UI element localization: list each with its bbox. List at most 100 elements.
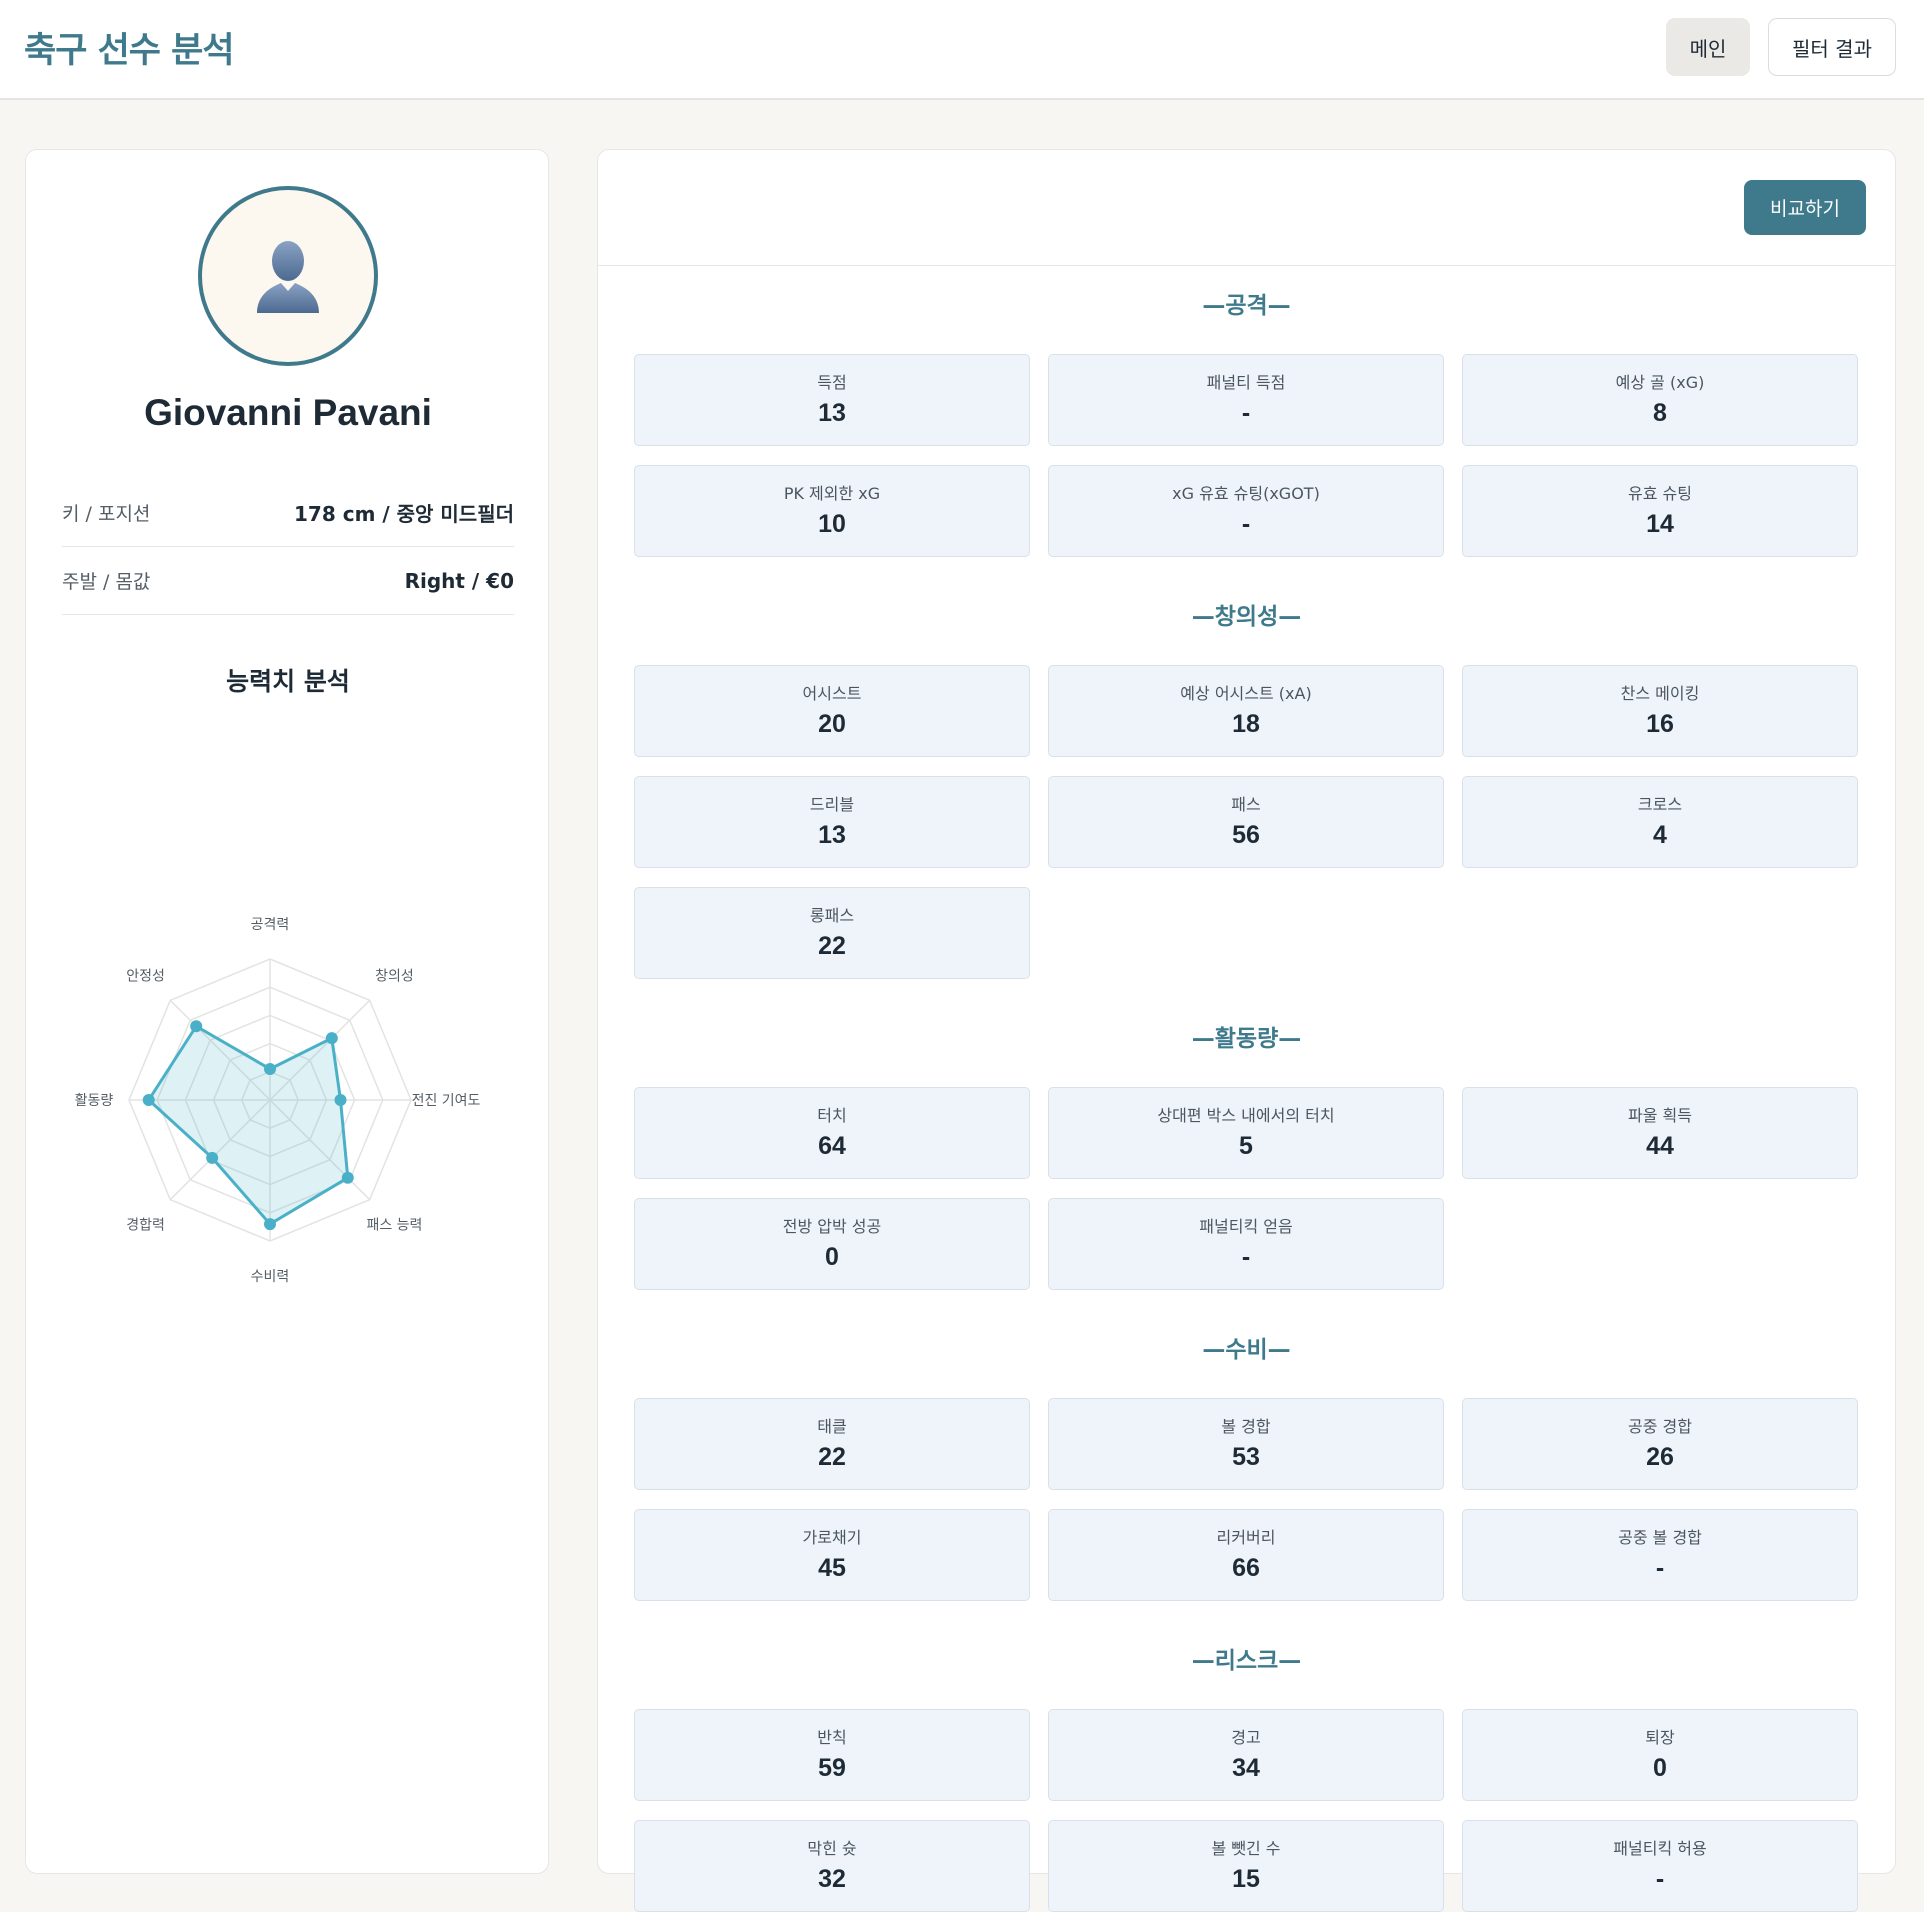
- stat-card: 패널티 득점 -: [1048, 354, 1444, 446]
- top-header: 축구 선수 분석 메인 필터 결과: [0, 0, 1924, 100]
- radar-point: [264, 1218, 276, 1231]
- stat-value: 0: [1653, 1754, 1667, 1782]
- stat-label: 반칙: [817, 1728, 847, 1747]
- stat-card: 어시스트 20: [634, 665, 1030, 757]
- stat-label: 패널티 득점: [1206, 373, 1286, 392]
- stat-value: -: [1241, 399, 1251, 427]
- stat-label: 볼 뺏긴 수: [1211, 1839, 1281, 1858]
- stat-value: -: [1655, 1554, 1665, 1582]
- stat-value: 18: [1232, 710, 1260, 738]
- stat-value: 15: [1232, 1865, 1260, 1893]
- radar-axis-label: 전진 기여도: [412, 1093, 481, 1109]
- stat-value: 8: [1653, 399, 1667, 427]
- stat-label: 상대편 박스 내에서의 터치: [1157, 1106, 1335, 1125]
- stat-label: 가로채기: [802, 1528, 862, 1547]
- stat-card: PK 제외한 xG 10: [634, 465, 1030, 557]
- radar-point: [334, 1094, 347, 1106]
- stat-value: -: [1241, 510, 1251, 538]
- stat-value: 32: [818, 1865, 846, 1893]
- stat-card: 공중 경합 26: [1462, 1398, 1858, 1490]
- ability-radar-chart: 공격력창의성전진 기여도패스 능력수비력 경합력 활동량 안정성: [75, 917, 481, 1285]
- stat-label: 경고: [1231, 1728, 1261, 1747]
- stat-label: 롱패스: [809, 906, 855, 925]
- nav-filter-results-button[interactable]: 필터 결과: [1768, 18, 1896, 76]
- info-value: Right / €0: [404, 568, 514, 593]
- stat-label: 퇴장: [1645, 1728, 1675, 1747]
- stat-value: 13: [818, 821, 846, 849]
- stat-label: 예상 골 (xG): [1615, 373, 1705, 392]
- stat-value: 44: [1646, 1132, 1674, 1160]
- info-value: 178 cm / 중앙 미드필더: [294, 502, 514, 526]
- stat-label: 리커버리: [1216, 1528, 1276, 1547]
- stat-card: 반칙 59: [634, 1709, 1030, 1801]
- stat-label: 전방 압박 성공: [782, 1217, 882, 1236]
- stat-value: 66: [1232, 1554, 1260, 1582]
- stats-card-header: 비교하기: [598, 150, 1895, 266]
- category-title: —창의성—: [1191, 604, 1302, 630]
- stat-card: 막힌 슛 32: [634, 1820, 1030, 1912]
- stat-card: 패널티킥 허용 -: [1462, 1820, 1858, 1912]
- stat-value: 0: [825, 1243, 839, 1271]
- info-row-foot-value: 주발 / 몸값 Right / €0: [62, 547, 514, 615]
- radar-point: [264, 1062, 276, 1075]
- stat-value: 64: [818, 1132, 846, 1160]
- stat-label: 유효 슈팅: [1628, 484, 1692, 503]
- radar-point: [206, 1151, 219, 1164]
- app-title: 축구 선수 분석: [24, 31, 235, 71]
- stat-card: 롱패스 22: [634, 887, 1030, 979]
- radar-data-area: [146, 1024, 350, 1227]
- radar-axis-label: 활동량: [75, 1093, 114, 1109]
- ability-analysis-title: 능력치 분석: [226, 667, 350, 696]
- stat-value: 14: [1646, 510, 1674, 538]
- stat-card: 퇴장 0: [1462, 1709, 1858, 1801]
- stat-card: 경고 34: [1048, 1709, 1444, 1801]
- stat-value: 22: [818, 932, 846, 960]
- category-title: —활동량—: [1191, 1026, 1302, 1052]
- stat-value: 10: [818, 510, 846, 538]
- stat-value: -: [1655, 1865, 1665, 1893]
- stat-card: 드리블 13: [634, 776, 1030, 868]
- stat-value: 56: [1232, 821, 1260, 849]
- stat-card: 패스 56: [1048, 776, 1444, 868]
- stat-card: 득점 13: [634, 354, 1030, 446]
- stat-value: 4: [1653, 821, 1667, 849]
- player-name: Giovanni Pavani: [144, 392, 432, 433]
- stat-label: 막힌 슛: [807, 1839, 857, 1858]
- stat-card: 예상 어시스트 (xA) 18: [1048, 665, 1444, 757]
- stat-value: 26: [1646, 1443, 1674, 1471]
- radar-axis-label: 경합력: [126, 1217, 165, 1233]
- stat-card: 공중 볼 경합 -: [1462, 1509, 1858, 1601]
- stat-value: 13: [818, 399, 846, 427]
- stat-label: 태클: [817, 1417, 847, 1436]
- radar-axis-label: 창의성: [375, 969, 414, 985]
- stat-value: 34: [1232, 1754, 1260, 1782]
- radar-point: [142, 1094, 155, 1106]
- stat-label: 찬스 메이킹: [1620, 684, 1700, 703]
- stat-value: 5: [1239, 1132, 1253, 1160]
- stat-label: 터치: [817, 1106, 847, 1125]
- stat-card: 리커버리 66: [1048, 1509, 1444, 1601]
- player-avatar: [198, 186, 378, 366]
- stats-card: 비교하기 —공격— 득점 13 패널티 득점 - 예상 골 (xG) 8 PK 제외한 xG 1…: [597, 149, 1896, 1912]
- stat-card: 볼 뺏긴 수 15: [1048, 1820, 1444, 1912]
- stat-label: 패스: [1231, 795, 1261, 814]
- stat-value: 45: [818, 1554, 846, 1582]
- player-profile-card: Giovanni Pavani 키 / 포지션 178 cm / 중앙 미드필더…: [25, 149, 549, 1874]
- stat-label: 드리블: [809, 795, 855, 814]
- category-title: —리스크—: [1191, 1648, 1302, 1674]
- nav-main-button[interactable]: 메인: [1666, 18, 1750, 76]
- category-title: —수비—: [1202, 1337, 1291, 1363]
- stat-label: 패널티킥 얻음: [1199, 1217, 1293, 1236]
- info-label: 주발 / 몸값: [62, 571, 151, 593]
- radar-point: [190, 1020, 203, 1033]
- radar-axis-label: 수비력: [251, 1269, 290, 1285]
- stat-value: 59: [818, 1754, 846, 1782]
- stat-label: 공중 볼 경합: [1618, 1528, 1702, 1547]
- compare-button[interactable]: 비교하기: [1744, 180, 1866, 235]
- stat-card: 파울 획득 44: [1462, 1087, 1858, 1179]
- stat-card: 터치 64: [634, 1087, 1030, 1179]
- stat-label: PK 제외한 xG: [783, 484, 881, 503]
- radar-point: [341, 1171, 354, 1184]
- stat-value: 20: [818, 710, 846, 738]
- stat-card: 볼 경합 53: [1048, 1398, 1444, 1490]
